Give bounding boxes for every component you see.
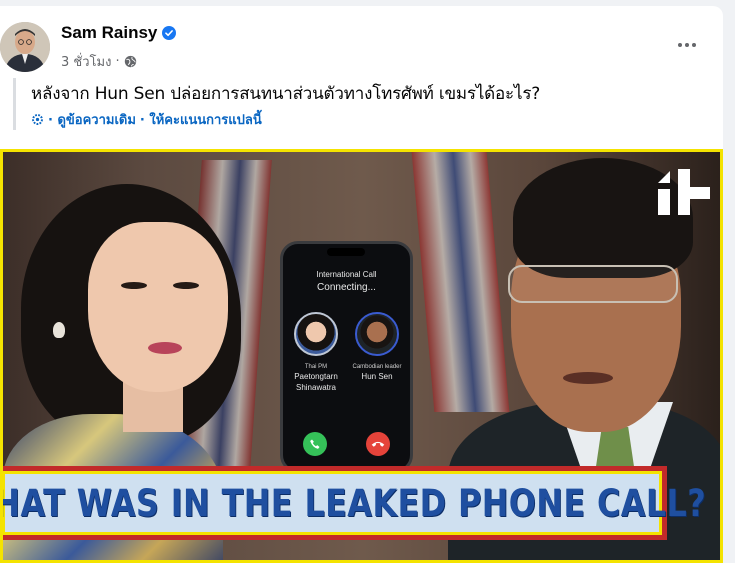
more-options-icon[interactable] xyxy=(673,37,701,53)
earring xyxy=(53,322,65,338)
woman-eye-left xyxy=(121,282,147,289)
caller-right-role: Cambodian leader xyxy=(352,364,402,370)
meta-separator: · xyxy=(115,54,120,69)
call-type-label: International Call xyxy=(316,270,377,279)
verified-badge-icon xyxy=(162,26,177,40)
woman-lips xyxy=(148,342,182,354)
man-glasses xyxy=(508,265,678,303)
globe-icon[interactable] xyxy=(124,55,137,68)
man-mouth xyxy=(563,372,613,384)
translation-row: · ดูข้อความเดิม · ให้คะแนนการแปลนี้ xyxy=(31,109,262,130)
caller-left-role: Thai PM xyxy=(304,364,328,370)
caller-left-name-first: Paetongtarn xyxy=(294,372,338,381)
phone-decline-icon xyxy=(366,432,390,456)
caller-left-avatar xyxy=(294,312,338,356)
caller-right-name: Hun Sen xyxy=(361,372,393,381)
channel-logo-icon xyxy=(658,169,710,215)
video-thumbnail[interactable]: International Call Connecting... Thai PM… xyxy=(0,149,723,563)
author-label[interactable]: Sam Rainsy xyxy=(61,23,157,43)
rate-translation-link[interactable]: · ให้คะแนนการแปลนี้ xyxy=(140,109,262,130)
phone-mockup: International Call Connecting... Thai PM… xyxy=(280,241,413,473)
call-status: Connecting... xyxy=(317,282,376,293)
caller-right: Cambodian leader Hun Sen xyxy=(346,312,408,381)
post-meta: 3 ชั่วโมง · xyxy=(61,51,137,72)
translate-gear-icon[interactable] xyxy=(31,113,44,126)
woman-eye-right xyxy=(173,282,199,289)
caption-quote-bar xyxy=(13,78,16,130)
caller-left-name-last: Shinawatra xyxy=(295,383,337,392)
author-name[interactable]: Sam Rainsy xyxy=(61,23,177,43)
see-original-link[interactable]: · ดูข้อความเดิม xyxy=(48,109,136,130)
phone-accept-icon xyxy=(303,432,327,456)
caller-right-avatar xyxy=(355,312,399,356)
caller-left: Thai PM Paetongtarn Shinawatra xyxy=(285,312,347,392)
timestamp[interactable]: 3 ชั่วโมง xyxy=(61,51,111,72)
post-card: Sam Rainsy 3 ชั่วโมง · หลังจาก Hun Sen ป… xyxy=(0,6,723,563)
avatar[interactable] xyxy=(0,22,50,72)
woman-face xyxy=(88,222,228,392)
headline-text: WHAT WAS IN THE LEAKED PHONE CALL? xyxy=(0,481,707,525)
headline-banner: WHAT WAS IN THE LEAKED PHONE CALL? xyxy=(3,466,706,540)
post-caption: หลังจาก Hun Sen ปล่อยการสนทนาส่วนตัวทางโ… xyxy=(31,84,541,104)
